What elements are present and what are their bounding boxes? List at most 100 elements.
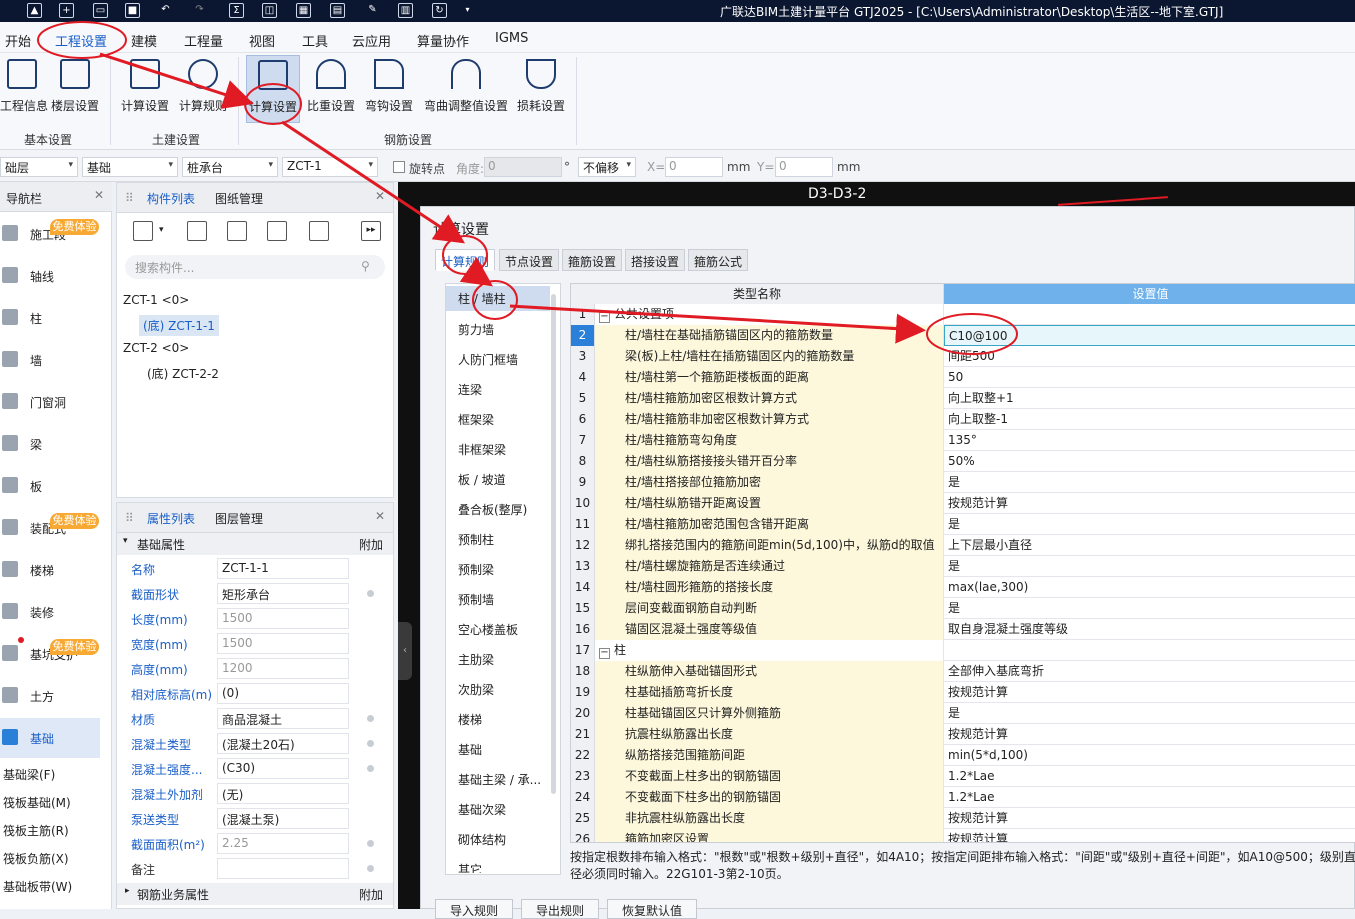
nav-item-slab[interactable]: 板 [0, 466, 100, 506]
settings-row[interactable]: 2 柱/墙柱在基础插筋锚固区内的箍筋数量 C10@100 [571, 325, 1355, 346]
nav-sub-raft-main-bar[interactable]: 筏板主筋(R) [3, 822, 69, 839]
category-frame-beam[interactable]: 框架梁 [458, 411, 494, 428]
settings-row[interactable]: 11 柱/墙柱箍筋加密范围包含错开距离 是 [571, 514, 1355, 535]
category-slab-ramp[interactable]: 板 / 坡道 [458, 471, 506, 488]
nav-item-wall[interactable]: 墙 [0, 340, 100, 380]
save-icon[interactable]: ▲ [27, 3, 42, 18]
settings-row[interactable]: 4 柱/墙柱第一个箍筋距楼板面的距离 50 [571, 367, 1355, 388]
settings-row[interactable]: 18 柱纵筋伸入基础锚固形式 全部伸入基底弯折 [571, 661, 1355, 682]
category-precast-wall[interactable]: 预制墙 [458, 591, 494, 608]
layout-icon[interactable]: ▤ [330, 3, 345, 18]
y-offset-input[interactable]: 0 [775, 157, 833, 177]
bend-adjust-settings-button[interactable]: 弯曲调整值设置 [420, 55, 512, 123]
setting-value[interactable]: 向上取整+1 [944, 388, 1355, 409]
setting-value[interactable]: 是 [944, 598, 1355, 619]
nav-item-beam[interactable]: 梁 [0, 424, 100, 464]
property-value[interactable]: (混凝土20石) [217, 733, 349, 754]
setting-value[interactable]: 向上取整-1 [944, 409, 1355, 430]
settings-row[interactable]: 10 柱/墙柱纵筋错开距离设置 按规范计算 [571, 493, 1355, 514]
property-value[interactable]: (无) [217, 783, 349, 804]
settings-row[interactable]: 20 柱基础锚固区只计算外侧箍筋 是 [571, 703, 1355, 724]
nav-item-axis[interactable]: 轴线 [0, 256, 100, 296]
open-folder-icon[interactable]: ▭ [93, 3, 108, 18]
property-value[interactable]: 商品混凝土 [217, 708, 349, 729]
setting-value[interactable]: max(lae,300) [944, 577, 1355, 598]
setting-value[interactable]: 按规范计算 [944, 808, 1355, 829]
setting-value[interactable]: 是 [944, 556, 1355, 577]
setting-value[interactable] [944, 640, 1355, 661]
category-precast-column[interactable]: 预制柱 [458, 531, 494, 548]
hook-settings-button[interactable]: 弯钩设置 [362, 55, 416, 123]
tab-node-settings[interactable]: 节点设置 [499, 249, 560, 271]
nav-item-stairs[interactable]: 楼梯 [0, 550, 100, 590]
setting-value[interactable]: 取自身混凝土强度等级 [944, 619, 1355, 640]
settings-row[interactable]: 15 层间变截面钢筋自动判断 是 [571, 598, 1355, 619]
menu-modeling[interactable]: 建模 [131, 31, 157, 50]
menu-collaboration[interactable]: 算量协作 [417, 31, 469, 50]
tab-property-list[interactable]: 属性列表 [147, 510, 195, 527]
summary-icon[interactable]: Σ [229, 3, 244, 18]
sync-icon[interactable]: ↻ [432, 3, 447, 18]
category-non-frame-beam[interactable]: 非框架梁 [458, 441, 506, 458]
category-foundation-main-beam[interactable]: 基础主梁 / 承... [458, 771, 541, 788]
import-rules-button[interactable]: 导入规则 [435, 899, 514, 919]
category-stairs[interactable]: 楼梯 [458, 711, 482, 728]
settings-group-row[interactable]: 17− 柱 [571, 640, 1355, 661]
property-value[interactable]: 1500 [217, 633, 349, 654]
tab-component-list[interactable]: 构件列表 [147, 190, 195, 207]
collapse-icon[interactable]: − [599, 648, 610, 659]
settings-row[interactable]: 13 柱/墙柱螺旋箍筋是否连续通过 是 [571, 556, 1355, 577]
tree-node-zct1[interactable]: ZCT-1 <0> [123, 293, 189, 307]
category-masonry[interactable]: 砌体结构 [458, 831, 506, 848]
settings-row[interactable]: 25 非抗震柱纵筋露出长度 按规范计算 [571, 808, 1355, 829]
tree-leaf-zct2-2[interactable]: (底) ZCT-2-2 [147, 365, 219, 382]
filter-icon[interactable] [309, 221, 329, 241]
tree-leaf-zct1-1[interactable]: (底) ZCT-1-1 [139, 315, 219, 336]
menu-cloud[interactable]: 云应用 [352, 31, 391, 50]
nav-sub-raft-negative-bar[interactable]: 筏板负筋(X) [3, 850, 69, 867]
category-main-rib-beam[interactable]: 主肋梁 [458, 651, 494, 668]
settings-row[interactable]: 16 锚固区混凝土强度等级值 取自身混凝土强度等级 [571, 619, 1355, 640]
nav-item-earthwork[interactable]: 土方 [0, 676, 100, 716]
civil-calc-settings-button[interactable]: 计算设置 [118, 55, 172, 123]
property-value[interactable]: (混凝土泵) [217, 808, 349, 829]
rebar-calc-settings-button[interactable]: 计算设置 [246, 55, 300, 123]
setting-value[interactable]: C10@100 [944, 325, 1355, 346]
category-foundation-secondary-beam[interactable]: 基础次梁 [458, 801, 506, 818]
property-value[interactable]: 1500 [217, 608, 349, 629]
nav-item-decoration[interactable]: 装修 [0, 592, 100, 632]
floor-select[interactable]: 础层 ▾ [0, 157, 78, 177]
category-civil-defense-wall[interactable]: 人防门框墙 [458, 351, 518, 368]
list-scrollbar[interactable] [551, 294, 556, 794]
property-group-rebar[interactable]: ▸ 钢筋业务属性 附加 [117, 883, 393, 905]
tab-drawing-management[interactable]: 图纸管理 [215, 190, 263, 207]
settings-row[interactable]: 8 柱/墙柱纵筋搭接接头错开百分率 50% [571, 451, 1355, 472]
settings-row[interactable]: 14 柱/墙柱圆形箍筋的搭接长度 max(lae,300) [571, 577, 1355, 598]
new-file-icon[interactable]: + [59, 3, 74, 18]
settings-row[interactable]: 22 纵筋搭接范围箍筋间距 min(5*d,100) [571, 745, 1355, 766]
close-icon[interactable]: ✕ [375, 509, 385, 523]
property-group-basic[interactable]: ▾ 基础属性 附加 [117, 533, 393, 555]
setting-value[interactable]: 间距500 [944, 346, 1355, 367]
calc-rules-button[interactable]: 计算规则 [176, 55, 230, 123]
tab-calc-rules[interactable]: 计算规则 [435, 249, 496, 271]
tab-stirrup-formula[interactable]: 箍筋公式 [688, 249, 749, 271]
component-search-input[interactable]: 搜索构件... [125, 255, 385, 279]
category-shear-wall[interactable]: 剪力墙 [458, 321, 494, 338]
drag-handle-icon[interactable]: ⠿ [125, 511, 134, 525]
setting-value[interactable]: 是 [944, 703, 1355, 724]
settings-row[interactable]: 7 柱/墙柱箍筋弯勾角度 135° [571, 430, 1355, 451]
setting-value[interactable]: 全部伸入基底弯折 [944, 661, 1355, 682]
layer-copy-icon[interactable] [267, 221, 287, 241]
settings-row[interactable]: 19 柱基础插筋弯折长度 按规范计算 [571, 682, 1355, 703]
copy-icon[interactable] [187, 221, 207, 241]
category-link-beam[interactable]: 连梁 [458, 381, 482, 398]
settings-row[interactable]: 12 绑扎搭接范围内的箍筋间距min(5d,100)中，纵筋d的取值 上下层最小直径 [571, 535, 1355, 556]
view-icon[interactable]: ◫ [262, 3, 277, 18]
setting-value[interactable]: 按规范计算 [944, 493, 1355, 514]
setting-value[interactable]: 按规范计算 [944, 724, 1355, 745]
category-hollow-slab[interactable]: 空心楼盖板 [458, 621, 518, 638]
menu-igms[interactable]: IGMS [495, 31, 528, 46]
menu-quantities[interactable]: 工程量 [184, 31, 223, 50]
setting-value[interactable]: 50% [944, 451, 1355, 472]
